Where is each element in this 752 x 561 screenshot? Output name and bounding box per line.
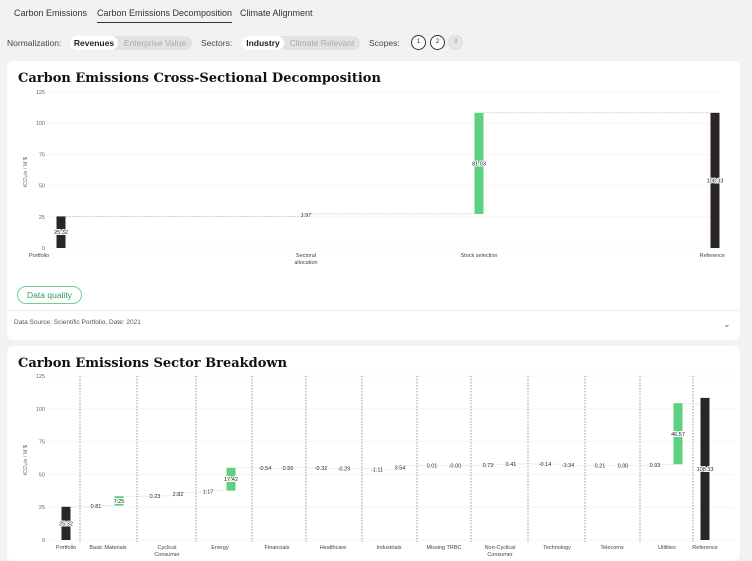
data-label: -0.29: [338, 466, 351, 472]
y-tick-label: 125: [36, 90, 45, 96]
y-tick-label: 100: [36, 121, 45, 127]
x-tick-label: Financials: [265, 545, 290, 551]
data-label: -0.32: [315, 466, 328, 472]
data-label: -0.54: [259, 466, 272, 472]
x-tick-label: Healthcare: [320, 545, 347, 551]
x-tick-label: Cyclical Consumer: [154, 545, 180, 558]
normalization-revenues-option[interactable]: Revenues: [70, 36, 118, 50]
data-quality-button[interactable]: Data quality: [17, 286, 82, 304]
tab-carbon-emissions-decomposition[interactable]: Carbon Emissions Decomposition: [97, 8, 233, 23]
x-tick-label: Energy: [211, 545, 229, 551]
decomposition-title: Carbon Emissions Cross-Sectional Decompo…: [18, 71, 381, 86]
data-label: -0.14: [539, 462, 552, 468]
data-label: 2.82: [173, 492, 184, 498]
sectors-toggle: Industry Climate Relevant: [242, 36, 360, 50]
y-tick-label: 0: [42, 246, 45, 252]
data-label: 0.23: [150, 494, 161, 500]
y-tick-label: 125: [36, 374, 45, 380]
data-label: 81.03: [472, 161, 486, 167]
sectors-label: Sectors:: [201, 38, 233, 48]
normalization-enterprise-value-option[interactable]: Enterprise Value: [118, 36, 192, 50]
x-tick-label: Missing TRBC: [426, 545, 461, 551]
data-label: 0.00: [618, 464, 629, 470]
data-label: 0.01: [427, 463, 438, 469]
x-tick-label: Stock selection: [461, 253, 498, 259]
tab-bar: Carbon Emissions Carbon Emissions Decomp…: [0, 0, 752, 26]
y-tick-label: 50: [39, 472, 45, 478]
x-tick-label: Sectoral allocation: [294, 253, 317, 266]
data-label: 0.73: [483, 463, 494, 469]
sectors-climate-relevant-option[interactable]: Climate Relevant: [284, 36, 360, 50]
scope-3-toggle[interactable]: 3: [448, 35, 463, 50]
decomposition-chart: 0 25 50 75 100 125 tCO₂/e / M $ 25.32 Portfolio 1…: [23, 90, 725, 266]
x-tick-label: Non-Cyclical Consumer: [485, 545, 516, 558]
data-label: 25.32: [59, 521, 73, 527]
y-tick-label: 50: [39, 184, 45, 190]
scope-1-toggle[interactable]: 1: [411, 35, 426, 50]
scopes-label: Scopes:: [369, 38, 400, 48]
normalization-toggle: Revenues Enterprise Value: [70, 36, 192, 50]
normalization-label: Normalization:: [7, 38, 62, 48]
y-tick-label: 75: [39, 152, 45, 158]
data-label: 108.33: [707, 178, 724, 184]
tab-climate-alignment[interactable]: Climate Alignment: [240, 8, 313, 18]
data-label: 1.17: [203, 489, 214, 495]
y-tick-label: 0: [42, 538, 45, 544]
sector-breakdown-card: Carbon Emissions Sector Breakdown 0 25 50 7…: [7, 346, 740, 561]
x-tick-label: Utilities: [658, 545, 676, 551]
decomposition-card: Carbon Emissions Cross-Sectional Decompo…: [7, 61, 740, 340]
data-label: -1.34: [562, 463, 575, 469]
y-tick-label: 75: [39, 440, 45, 446]
data-label: 0.21: [595, 464, 606, 470]
x-tick-label: Portfolio: [56, 545, 76, 551]
y-tick-label: 25: [39, 215, 45, 221]
data-label: 25.32: [54, 230, 68, 236]
sectors-industry-option[interactable]: Industry: [242, 36, 284, 50]
data-source-text: Data Source: Scientific Portfolio, Date:…: [14, 319, 141, 326]
data-label: 3.54: [395, 466, 406, 472]
x-tick-label: Reference: [700, 253, 725, 259]
data-label: 0.93: [650, 463, 661, 469]
sector-breakdown-title: Carbon Emissions Sector Breakdown: [18, 356, 288, 371]
x-tick-label: Portfolio: [29, 253, 49, 259]
y-tick-label: 25: [39, 505, 45, 511]
x-tick-label: Reference: [692, 545, 717, 551]
expand-chevron-icon[interactable]: ⌄: [723, 319, 731, 330]
data-label: -0.00: [449, 463, 462, 469]
data-label: 108.33: [697, 467, 714, 473]
data-label: 0.81: [91, 504, 102, 510]
y-tick-label: 100: [36, 407, 45, 413]
y-axis-label: tCO₂/e / M $: [23, 157, 29, 187]
x-tick-label: Technology: [543, 545, 571, 551]
data-label: 0.56: [283, 466, 294, 472]
data-label: 17.42: [224, 477, 238, 483]
data-label: 0.41: [506, 462, 517, 468]
tab-carbon-emissions[interactable]: Carbon Emissions: [14, 8, 87, 18]
data-label: 7.25: [114, 499, 125, 505]
x-tick-label: Basic Materials: [89, 545, 127, 551]
x-tick-label: Industrials: [376, 545, 401, 551]
sector-breakdown-chart: 0 25 50 75 100 125 tCO₂/e / M $ Portfolio Basic …: [23, 374, 735, 558]
y-axis-label: tCO₂/e / M $: [23, 445, 29, 475]
card-divider: [7, 310, 740, 311]
x-tick-label: Telecoms: [600, 545, 623, 551]
data-label: -1.11: [371, 467, 383, 473]
data-label: 1.97: [301, 213, 312, 219]
data-label: 46.57: [671, 432, 685, 438]
scope-2-toggle[interactable]: 2: [430, 35, 445, 50]
